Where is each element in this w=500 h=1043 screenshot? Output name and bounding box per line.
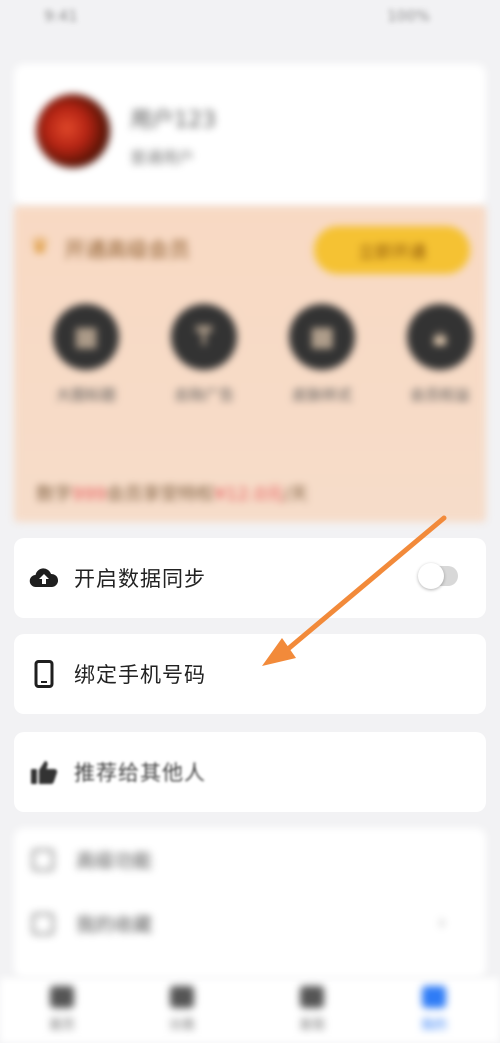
vip-benefit-label: 大图标题 [55, 386, 116, 404]
data-sync-label: 开启数据同步 [74, 567, 206, 591]
bottom-tab-bar: 首页 分类 发现 我的 [0, 978, 500, 1043]
more-options-card: 高级功能 我的收藏 › [14, 828, 486, 978]
tab-mine[interactable]: 我的 [394, 986, 474, 1033]
skin-icon: ▩ [289, 304, 355, 370]
more-item[interactable]: 高级功能 [32, 846, 152, 873]
bind-phone-row[interactable]: 绑定手机号码 [14, 634, 486, 714]
vip-note: 数字999会员享受特权¥12.0元/天 [36, 480, 308, 506]
person-icon [422, 986, 446, 1008]
cloud-upload-icon [28, 562, 60, 594]
vip-benefit-label: 会员权益 [409, 386, 470, 404]
thumbs-up-icon [28, 756, 60, 788]
recommend-row[interactable]: 推荐给其他人 [14, 732, 486, 812]
data-sync-row[interactable]: 开启数据同步 [14, 538, 486, 618]
category-icon [170, 986, 194, 1008]
vip-note-suffix: /天 [283, 484, 308, 505]
status-time: 9:41 [44, 7, 78, 25]
vip-note-price: ¥12.0元 [214, 484, 284, 505]
vip-benefit-label: 皮肤样式 [291, 386, 352, 404]
home-icon [50, 986, 74, 1008]
profile-card[interactable]: 用户123 普通用户 [14, 64, 486, 206]
tab-label: 发现 [298, 1018, 325, 1033]
tab-discover[interactable]: 发现 [272, 986, 352, 1033]
tab-label: 首页 [48, 1018, 75, 1033]
vip-note-mid: 会员享受特权 [106, 484, 215, 505]
tab-category[interactable]: 分类 [142, 986, 222, 1033]
vip-note-prefix: 数字 [36, 484, 72, 505]
profile-username: 用户123 [130, 108, 216, 133]
data-sync-toggle[interactable] [418, 563, 458, 589]
status-bar: 9:41 100% [0, 0, 500, 34]
grid-icon [32, 912, 54, 935]
lock-icon: 🔒︎ [407, 304, 473, 370]
vip-benefit[interactable]: ▦ 大图标题 [36, 304, 136, 406]
discover-icon [300, 986, 324, 1008]
bind-phone-label: 绑定手机号码 [74, 663, 206, 687]
vip-benefit-label: 去除广告 [173, 386, 234, 404]
vip-note-count: 999 [72, 484, 107, 505]
toggle-knob [418, 563, 444, 589]
grid-icon: ▦ [53, 304, 119, 370]
tab-home[interactable]: 首页 [22, 986, 102, 1033]
status-battery: 100% [387, 7, 430, 25]
more-item-label: 高级功能 [76, 850, 153, 872]
vip-banner: ♛ 开通高级会员 立即开通 ▦ 大图标题 ₸ 去除广告 ▩ 皮肤样式 🔒︎ 会员… [14, 206, 486, 522]
recommend-label: 推荐给其他人 [74, 761, 206, 785]
vip-open-button[interactable]: 立即开通 [314, 226, 470, 274]
vip-benefit[interactable]: ▩ 皮肤样式 [272, 304, 372, 406]
vip-benefit[interactable]: ₸ 去除广告 [154, 304, 254, 406]
vip-benefit[interactable]: 🔒︎ 会员权益 [390, 304, 490, 406]
tab-label: 分类 [168, 1018, 195, 1033]
crown-icon: ♛ [30, 234, 50, 259]
ad-free-icon: ₸ [171, 304, 237, 370]
more-item[interactable]: 我的收藏 [32, 910, 152, 937]
avatar[interactable] [36, 94, 110, 168]
recommend-content: 推荐给其他人 [28, 756, 206, 788]
chevron-right-icon: › [438, 910, 446, 934]
vip-benefits: ▦ 大图标题 ₸ 去除广告 ▩ 皮肤样式 🔒︎ 会员权益 [14, 304, 486, 454]
vip-title: 开通高级会员 [64, 238, 190, 262]
phone-icon [28, 658, 60, 690]
tab-label: 我的 [420, 1018, 447, 1033]
profile-subtitle: 普通用户 [130, 148, 195, 167]
settings-icon [32, 848, 54, 871]
more-item-label: 我的收藏 [76, 914, 153, 936]
